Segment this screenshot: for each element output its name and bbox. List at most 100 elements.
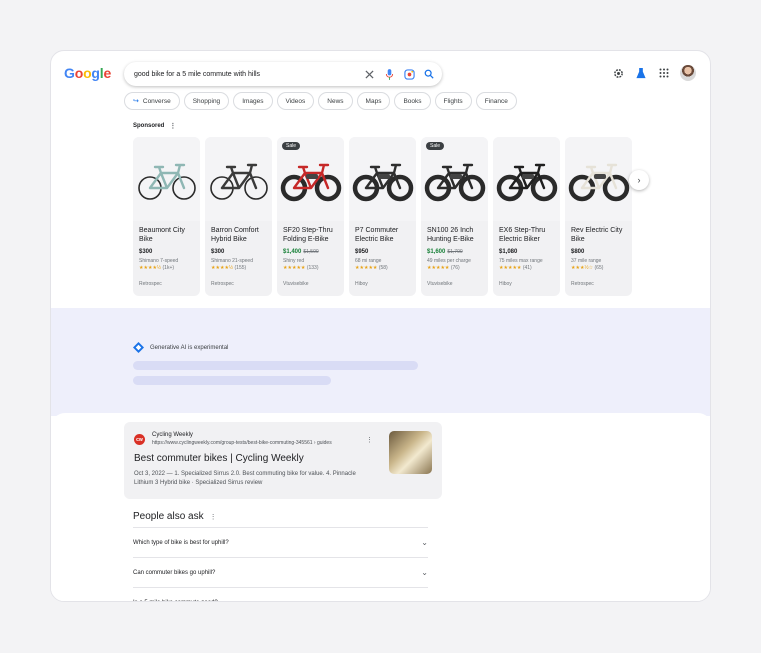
converse-arrow-icon: ↪ xyxy=(133,98,139,105)
product-detail: 49 miles per charge xyxy=(427,258,471,264)
product-detail: 37 mile range xyxy=(571,258,602,264)
paa-question[interactable]: Can commuter bikes go uphill? ⌄ xyxy=(133,557,428,587)
bike-image xyxy=(352,163,413,202)
product-image[interactable] xyxy=(205,137,272,221)
product-info: P7 Commuter Electric Bike $950 68 mi range… xyxy=(349,221,416,271)
star-rating: ★★★★★ (41) xyxy=(499,265,554,271)
product-price: $300 xyxy=(139,249,194,255)
gemini-spark-icon xyxy=(133,342,144,353)
clear-icon[interactable] xyxy=(362,67,376,81)
chip-books[interactable]: Books xyxy=(394,92,431,110)
chip-label: News xyxy=(327,97,344,105)
microphone-icon[interactable] xyxy=(382,67,396,81)
product-info: Barron Comfort Hybrid Bike $300 Shimano 21… xyxy=(205,221,272,271)
original-price: $1,700 xyxy=(447,249,463,255)
chip-finance[interactable]: Finance xyxy=(475,92,517,110)
product-carousel: Beaumont City Bike $300 Shimano 7-speed ★★★… xyxy=(133,137,632,296)
lens-icon[interactable] xyxy=(402,67,416,81)
review-count: (1k+) xyxy=(162,265,175,271)
price-value: $800 xyxy=(571,249,585,255)
product-name[interactable]: Rev Electric City Bike xyxy=(571,226,626,245)
review-count: (65) xyxy=(594,265,604,271)
product-card[interactable]: Barron Comfort Hybrid Bike $300 Shimano 21… xyxy=(205,137,272,296)
product-price: $1,400 $1,500 xyxy=(283,249,338,255)
chip-label: Images xyxy=(242,97,264,105)
search-icon[interactable] xyxy=(422,67,436,81)
product-name[interactable]: SN100 26 Inch Hunting E-Bike xyxy=(427,226,482,245)
product-card[interactable]: Beaumont City Bike $300 Shimano 7-speed ★★★… xyxy=(133,137,200,296)
product-card[interactable]: Rev Electric City Bike $800 37 mile range ★… xyxy=(565,137,632,296)
product-name[interactable]: P7 Commuter Electric Bike xyxy=(355,226,410,245)
chip-converse[interactable]: ↪ Converse xyxy=(124,92,180,110)
chip-label: Books xyxy=(403,97,422,105)
paa-title: People also ask xyxy=(133,511,204,522)
product-card[interactable]: Sale SN100 26 Inch Hunting E-Bike $1,600 $1… xyxy=(421,137,488,296)
product-name[interactable]: Barron Comfort Hybrid Bike xyxy=(211,226,266,245)
search-result[interactable]: cw Cycling Weekly https://www.cyclingwee… xyxy=(124,422,442,499)
seller-name: Vtuvisebike xyxy=(427,281,453,287)
settings-icon[interactable] xyxy=(611,66,625,80)
product-name[interactable]: Beaumont City Bike xyxy=(139,226,194,245)
paa-more-icon[interactable]: ⋮ xyxy=(210,513,217,521)
labs-flask-icon[interactable] xyxy=(634,66,648,80)
product-detail: Shimano 21-speed xyxy=(211,258,253,264)
chip-label: Flights xyxy=(443,97,463,105)
product-image[interactable] xyxy=(133,137,200,221)
bike-image xyxy=(209,163,268,200)
product-info: Rev Electric City Bike $800 37 mile range ★… xyxy=(565,221,632,271)
result-url[interactable]: https://www.cyclingweekly.com/group-test… xyxy=(152,440,332,446)
ai-disclaimer: Generative AI is experimental xyxy=(133,342,228,353)
carousel-next-button[interactable]: › xyxy=(629,170,649,190)
more-options-icon[interactable]: ⋮ xyxy=(169,122,176,130)
search-input[interactable]: good bike for a 5 mile commute with hill… xyxy=(134,71,362,78)
chevron-down-icon[interactable]: ⌄ xyxy=(421,568,428,577)
product-card[interactable]: P7 Commuter Electric Bike $950 68 mi range… xyxy=(349,137,416,296)
product-image[interactable] xyxy=(349,137,416,221)
product-image[interactable] xyxy=(493,137,560,221)
product-info: EX6 Step-Thru Electric Biker $1,080 75 mil… xyxy=(493,221,560,271)
search-box[interactable]: good bike for a 5 mile commute with hill… xyxy=(124,62,442,86)
paa-question[interactable]: Is a 5 mile bike commute good? ⌄ xyxy=(133,587,428,602)
product-card[interactable]: Sale SF20 Step-Thru Folding E-Bike $1,400 $… xyxy=(277,137,344,296)
chip-videos[interactable]: Videos xyxy=(276,92,315,110)
result-thumbnail[interactable] xyxy=(389,431,432,474)
chip-images[interactable]: Images xyxy=(233,92,273,110)
stars-icon: ★★★★★ xyxy=(283,265,306,271)
sponsored-label: Sponsored xyxy=(133,123,165,129)
price-value: $1,600 xyxy=(427,249,446,255)
avatar[interactable] xyxy=(680,65,696,81)
product-name[interactable]: SF20 Step-Thru Folding E-Bike xyxy=(283,226,338,245)
google-logo[interactable]: Google xyxy=(64,65,111,81)
price-value: $300 xyxy=(211,249,225,255)
product-image[interactable] xyxy=(565,137,632,221)
product-price: $950 xyxy=(355,249,410,255)
chip-label: Videos xyxy=(285,97,306,105)
chip-news[interactable]: News xyxy=(318,92,353,110)
paa-question-text: Is a 5 mile bike commute good? xyxy=(133,600,218,602)
result-more-icon[interactable]: ⋮ xyxy=(366,436,373,444)
chevron-down-icon[interactable]: ⌄ xyxy=(421,538,428,547)
stars-icon: ★★★★½ xyxy=(211,265,234,271)
bike-image xyxy=(280,163,341,202)
chevron-right-icon: › xyxy=(637,175,641,185)
sale-badge: Sale xyxy=(282,142,301,150)
sale-badge: Sale xyxy=(426,142,445,150)
apps-grid-icon[interactable] xyxy=(657,66,671,80)
ai-overview-section: Generative AI is experimental xyxy=(51,308,710,416)
product-card[interactable]: EX6 Step-Thru Electric Biker $1,080 75 mil… xyxy=(493,137,560,296)
chevron-down-icon[interactable]: ⌄ xyxy=(421,598,428,601)
star-rating: ★★★★★ (76) xyxy=(427,265,482,271)
paa-question[interactable]: Which type of bike is best for uphill? ⌄ xyxy=(133,527,428,557)
chip-flights[interactable]: Flights xyxy=(434,92,472,110)
product-name[interactable]: EX6 Step-Thru Electric Biker xyxy=(499,226,554,245)
chip-maps[interactable]: Maps xyxy=(356,92,391,110)
chip-label: Converse xyxy=(142,97,171,105)
seller-name: Hiboy xyxy=(355,281,368,287)
chip-label: Maps xyxy=(365,97,382,105)
filter-chips: ↪ Converse Shopping Images Videos News Maps Boo… xyxy=(124,92,517,110)
chip-shopping[interactable]: Shopping xyxy=(183,92,230,110)
stars-icon: ★★★★½ xyxy=(139,265,162,271)
product-info: SF20 Step-Thru Folding E-Bike $1,400 $1,50… xyxy=(277,221,344,271)
result-title-link[interactable]: Best commuter bikes | Cycling Weekly xyxy=(134,453,304,464)
review-count: (133) xyxy=(306,265,319,271)
